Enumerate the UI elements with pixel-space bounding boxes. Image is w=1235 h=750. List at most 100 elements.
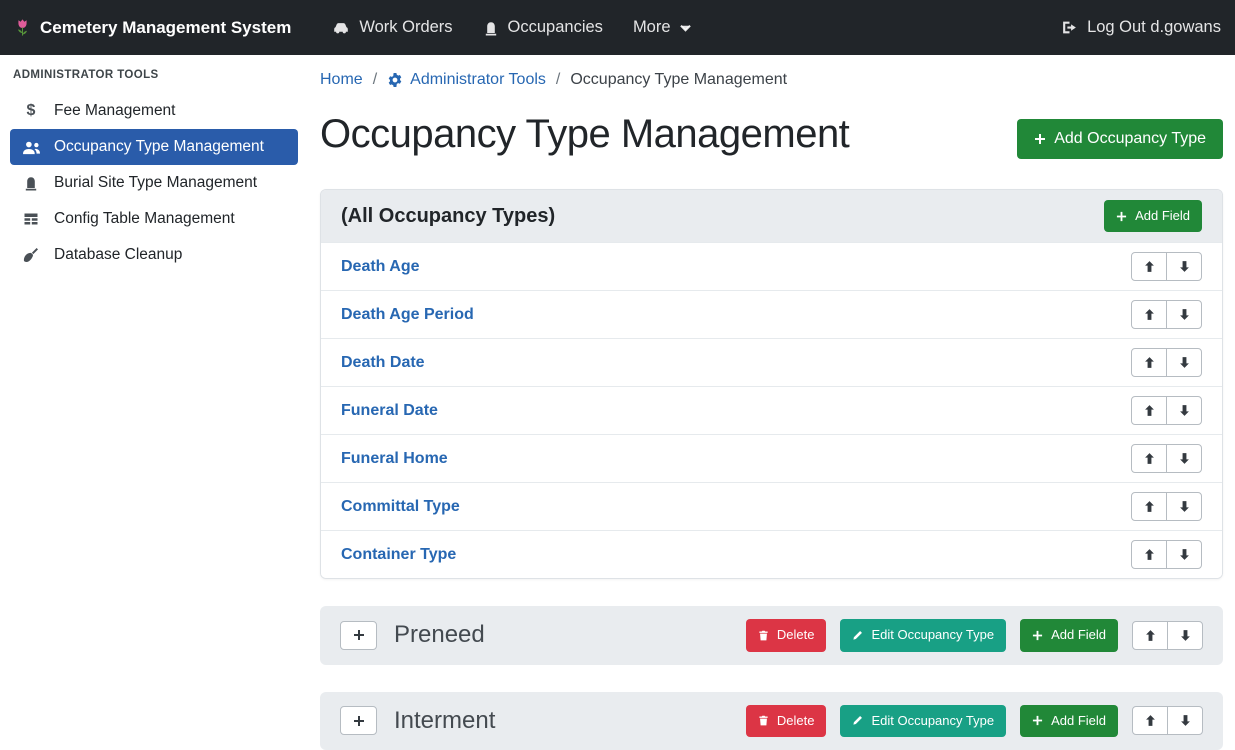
- move-up-button[interactable]: [1131, 396, 1167, 425]
- sidebar-item-label: Occupancy Type Management: [54, 138, 264, 156]
- nav-label: More: [633, 18, 671, 37]
- nav-label: Occupancies: [508, 18, 603, 37]
- section-title: Preneed: [394, 621, 485, 649]
- move-down-button[interactable]: [1166, 300, 1202, 329]
- sidebar-item-config-table-management[interactable]: Config Table Management: [10, 201, 298, 237]
- nav-work-orders[interactable]: Work Orders: [317, 10, 467, 45]
- plus-icon: [353, 629, 365, 641]
- move-up-button[interactable]: [1132, 621, 1168, 650]
- button-label: Add Field: [1051, 627, 1106, 643]
- edit-occupancy-type-button[interactable]: Edit Occupancy Type: [840, 705, 1006, 737]
- move-down-button[interactable]: [1167, 706, 1203, 735]
- sidebar-item-database-cleanup[interactable]: Database Cleanup: [10, 237, 298, 273]
- sidebar-item-fee-management[interactable]: $ Fee Management: [10, 93, 298, 129]
- field-row: Death Age: [321, 242, 1222, 290]
- button-label: Edit Occupancy Type: [871, 627, 994, 643]
- pencil-icon: [852, 715, 863, 726]
- all-occupancy-types-card: (All Occupancy Types) Add Field Death Ag…: [320, 189, 1223, 579]
- main-content: Home / Administrator Tools / Occupancy T…: [308, 55, 1235, 738]
- main-nav: Work Orders Occupancies More: [317, 10, 705, 45]
- move-down-button[interactable]: [1166, 252, 1202, 281]
- logout-label: Log Out d.gowans: [1087, 18, 1221, 37]
- trash-icon: [758, 715, 769, 726]
- button-label: Add Field: [1051, 713, 1106, 729]
- field-link[interactable]: Container Type: [341, 546, 456, 564]
- move-down-button[interactable]: [1166, 396, 1202, 425]
- move-down-button[interactable]: [1166, 444, 1202, 473]
- button-label: Edit Occupancy Type: [871, 713, 994, 729]
- field-row: Death Date: [321, 338, 1222, 386]
- move-down-button[interactable]: [1166, 492, 1202, 521]
- section-actions: Delete Edit Occupancy Type Add Field: [746, 619, 1203, 651]
- move-down-button[interactable]: [1166, 540, 1202, 569]
- plus-icon: [1034, 133, 1046, 145]
- field-link[interactable]: Death Age Period: [341, 306, 474, 324]
- sidebar: ADMINISTRATOR TOOLS $ Fee Management Occ…: [0, 55, 308, 738]
- add-occupancy-type-button[interactable]: Add Occupancy Type: [1017, 119, 1223, 159]
- chevron-down-icon: [680, 24, 691, 32]
- reorder-group: [1131, 300, 1202, 329]
- add-field-button[interactable]: Add Field: [1104, 200, 1202, 232]
- sidebar-item-label: Fee Management: [54, 102, 176, 120]
- section-title: Interment: [394, 707, 495, 735]
- occupancy-type-section-preneed: Preneed Delete Edit Occupancy Type Add F…: [320, 606, 1223, 664]
- field-link[interactable]: Funeral Date: [341, 402, 438, 420]
- field-link[interactable]: Committal Type: [341, 498, 460, 516]
- nav-label: Work Orders: [359, 18, 452, 37]
- button-label: Delete: [777, 713, 815, 729]
- table-icon: [20, 211, 42, 227]
- delete-button[interactable]: Delete: [746, 705, 827, 737]
- breadcrumb-home-link[interactable]: Home: [320, 71, 363, 89]
- move-up-button[interactable]: [1131, 252, 1167, 281]
- sign-out-icon: [1061, 19, 1078, 36]
- plus-icon: [1116, 211, 1127, 222]
- move-up-button[interactable]: [1131, 492, 1167, 521]
- move-down-button[interactable]: [1167, 621, 1203, 650]
- button-label: Delete: [777, 627, 815, 643]
- sidebar-item-label: Database Cleanup: [54, 246, 182, 264]
- tombstone-icon: [20, 175, 42, 191]
- sidebar-item-label: Config Table Management: [54, 210, 235, 228]
- move-down-button[interactable]: [1166, 348, 1202, 377]
- move-up-button[interactable]: [1131, 444, 1167, 473]
- breadcrumb-label: Administrator Tools: [410, 71, 546, 89]
- field-link[interactable]: Funeral Home: [341, 450, 448, 468]
- plus-icon: [1032, 715, 1043, 726]
- expand-section-button[interactable]: [340, 706, 377, 735]
- card-title: (All Occupancy Types): [341, 205, 555, 228]
- delete-button[interactable]: Delete: [746, 619, 827, 651]
- add-field-button[interactable]: Add Field: [1020, 705, 1118, 737]
- field-row: Death Age Period: [321, 290, 1222, 338]
- breadcrumb-label: Home: [320, 71, 363, 89]
- move-up-button[interactable]: [1131, 348, 1167, 377]
- logout-link[interactable]: Log Out d.gowans: [1046, 10, 1221, 45]
- field-link[interactable]: Death Date: [341, 354, 425, 372]
- car-icon: [332, 21, 350, 35]
- field-link[interactable]: Death Age: [341, 258, 420, 276]
- move-up-button[interactable]: [1131, 540, 1167, 569]
- nav-occupancies[interactable]: Occupancies: [468, 10, 618, 45]
- add-field-button[interactable]: Add Field: [1020, 619, 1118, 651]
- dollar-icon: $: [20, 102, 42, 120]
- move-up-button[interactable]: [1132, 706, 1168, 735]
- reorder-group: [1131, 492, 1202, 521]
- card-header: (All Occupancy Types) Add Field: [321, 190, 1222, 242]
- sidebar-item-occupancy-type-management[interactable]: Occupancy Type Management: [10, 129, 298, 165]
- breadcrumb-separator: /: [556, 71, 560, 89]
- nav-more[interactable]: More: [618, 10, 706, 45]
- field-row: Committal Type: [321, 482, 1222, 530]
- expand-section-button[interactable]: [340, 621, 377, 650]
- brand-link[interactable]: Cemetery Management System: [14, 17, 291, 38]
- breadcrumb: Home / Administrator Tools / Occupancy T…: [320, 71, 1223, 89]
- breadcrumb-admin-tools-link[interactable]: Administrator Tools: [387, 71, 546, 89]
- reorder-group: [1131, 252, 1202, 281]
- users-icon: [20, 140, 42, 155]
- field-row: Funeral Home: [321, 434, 1222, 482]
- sidebar-item-burial-site-type-management[interactable]: Burial Site Type Management: [10, 165, 298, 201]
- edit-occupancy-type-button[interactable]: Edit Occupancy Type: [840, 619, 1006, 651]
- tulip-logo-icon: [14, 17, 31, 38]
- section-actions: Delete Edit Occupancy Type Add Field: [746, 705, 1203, 737]
- breadcrumb-current: Occupancy Type Management: [570, 71, 787, 89]
- reorder-group: [1131, 396, 1202, 425]
- move-up-button[interactable]: [1131, 300, 1167, 329]
